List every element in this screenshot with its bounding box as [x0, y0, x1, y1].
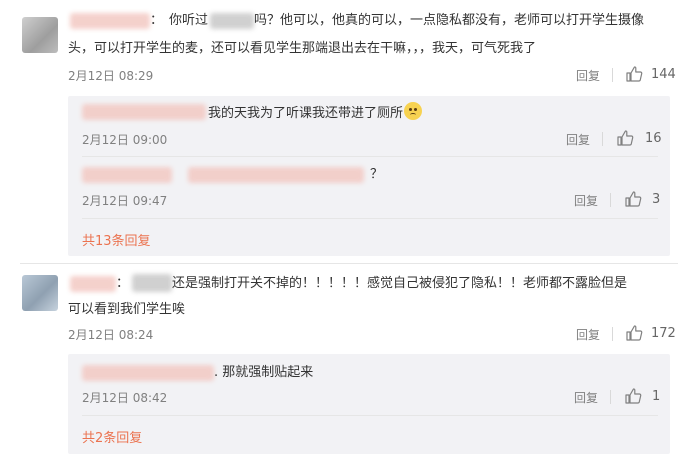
username-redacted[interactable] — [70, 13, 150, 29]
like-button[interactable] — [617, 130, 634, 146]
like-count: 1 — [652, 389, 661, 404]
thumbs-up-icon — [626, 325, 643, 341]
reply-button[interactable]: 回复 — [566, 131, 590, 148]
comment-text-line: 可以看到我们学生唉 — [68, 302, 186, 317]
reply-divider — [82, 218, 658, 219]
reply-button[interactable]: 回复 — [574, 192, 598, 209]
thumbs-up-icon — [626, 66, 643, 82]
redacted-text — [188, 167, 364, 183]
comment-text-part: 你听过 — [169, 13, 209, 28]
reply-time: 2月12日 09:00 — [82, 133, 168, 147]
comment-text-part: 吗？他可以，他真的可以，一点隐私都没有，老师可以打开学生摄像 — [254, 13, 645, 28]
username-redacted[interactable] — [70, 276, 116, 292]
divider — [610, 193, 611, 207]
divider — [610, 390, 611, 404]
comment-name-suffix: ： — [150, 13, 164, 28]
reply-text: . 那就强制贴起来 — [214, 365, 314, 380]
sad-face-icon — [404, 102, 423, 120]
comment-name-suffix: ： — [116, 276, 130, 291]
comment-text-line: 还是强制打开关不掉的！！！！！感觉自己被侵犯了隐私！！老师都不露脸但是 — [172, 276, 628, 291]
reply-time: 2月12日 08:42 — [82, 391, 168, 405]
divider — [602, 132, 603, 146]
like-button[interactable] — [626, 325, 643, 341]
comment-text-line: 头，可以打开学生的麦，还可以看见学生那端退出去在干嘛，，，我天，可气死我了 — [68, 41, 537, 56]
more-replies-link[interactable]: 共13条回复 — [82, 230, 151, 249]
avatar[interactable] — [22, 17, 58, 53]
reply-text: 我的天我为了听课我还带进了厕所 — [208, 102, 423, 125]
reply-divider — [82, 415, 658, 416]
reply-username-redacted[interactable] — [82, 365, 214, 381]
comment-time: 2月12日 08:29 — [68, 69, 154, 83]
like-button[interactable] — [626, 66, 643, 82]
reply-username-redacted[interactable] — [82, 104, 206, 120]
reply-username-redacted[interactable] — [82, 167, 172, 183]
avatar[interactable] — [22, 275, 58, 311]
redacted-word — [210, 13, 254, 29]
like-count: 16 — [645, 131, 662, 146]
comment-divider — [20, 263, 678, 264]
like-count: 3 — [652, 192, 661, 207]
thumbs-up-icon — [625, 191, 642, 207]
divider — [612, 68, 613, 82]
reply-button[interactable]: 回复 — [574, 389, 598, 406]
thumbs-up-icon — [625, 388, 642, 404]
thumbs-up-icon — [617, 130, 634, 146]
comment-time: 2月12日 08:24 — [68, 328, 154, 342]
divider — [612, 327, 613, 341]
more-replies-link[interactable]: 共2条回复 — [82, 427, 142, 446]
reply-divider — [82, 156, 658, 157]
like-count: 144 — [651, 67, 676, 82]
reply-button[interactable]: 回复 — [576, 67, 600, 84]
redacted-word — [132, 274, 172, 292]
reply-button[interactable]: 回复 — [576, 326, 600, 343]
like-count: 172 — [651, 326, 676, 341]
like-button[interactable] — [625, 388, 642, 404]
reply-text: ？ — [370, 167, 384, 182]
like-button[interactable] — [625, 191, 642, 207]
reply-time: 2月12日 09:47 — [82, 194, 168, 208]
